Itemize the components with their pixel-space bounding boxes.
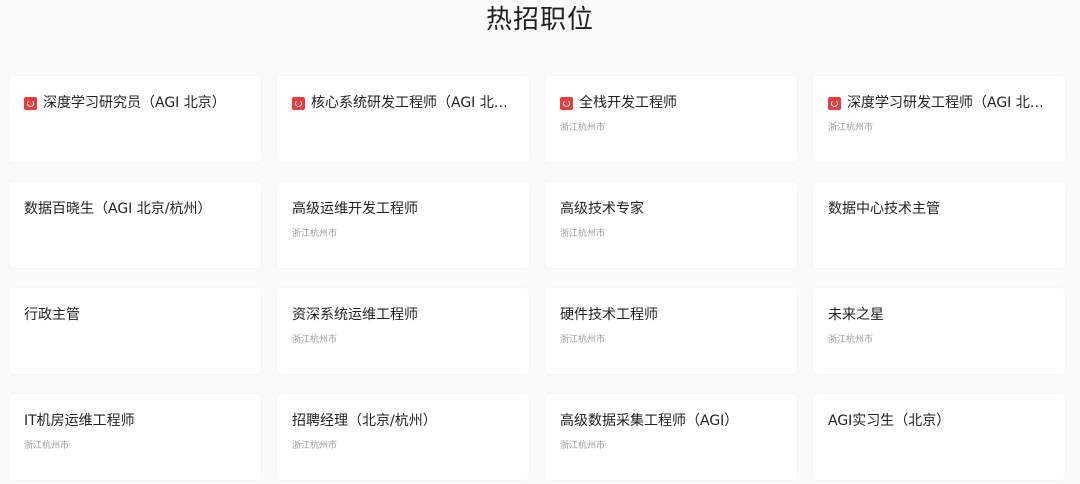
job-title-row: 未来之星: [828, 305, 1050, 325]
job-card[interactable]: 招聘经理（北京/杭州） 浙江杭州市: [277, 394, 529, 480]
job-title-row: 深度学习研发工程师（AGI 北京...: [828, 93, 1050, 113]
job-title-row: 深度学习研究员（AGI 北京）: [24, 93, 246, 113]
job-card[interactable]: 高级数据采集工程师（AGI） 浙江杭州市: [545, 394, 797, 480]
job-title-row: 高级技术专家: [560, 199, 782, 219]
job-title-row: AGI实习生（北京）: [828, 411, 1050, 431]
job-title: 未来之星: [828, 307, 884, 323]
job-title: 资深系统运维工程师: [292, 307, 418, 323]
job-card[interactable]: 硬件技术工程师 浙江杭州市: [545, 288, 797, 374]
job-card[interactable]: 未来之星 浙江杭州市: [813, 288, 1065, 374]
job-title-row: 资深系统运维工程师: [292, 305, 514, 325]
job-title-row: 全栈开发工程师: [560, 93, 782, 113]
job-location: 浙江杭州市: [560, 123, 606, 133]
job-card[interactable]: 深度学习研发工程师（AGI 北京... 浙江杭州市: [813, 76, 1065, 162]
job-card[interactable]: AGI实习生（北京）: [813, 394, 1065, 480]
job-card[interactable]: 数据百晓生（AGI 北京/杭州）: [9, 182, 261, 268]
job-title: 全栈开发工程师: [579, 95, 677, 111]
job-card[interactable]: 高级运维开发工程师 浙江杭州市: [277, 182, 529, 268]
job-card[interactable]: 深度学习研究员（AGI 北京）: [9, 76, 261, 162]
job-title-row: 高级运维开发工程师: [292, 199, 514, 219]
job-title: 硬件技术工程师: [560, 307, 658, 323]
job-title: AGI实习生（北京）: [828, 413, 951, 429]
job-card[interactable]: IT机房运维工程师 浙江杭州市: [9, 394, 261, 480]
job-title-row: 数据中心技术主管: [828, 199, 1050, 219]
hot-badge-icon: [292, 96, 305, 110]
hot-badge-icon: [560, 96, 573, 110]
job-grid: 深度学习研究员（AGI 北京） 核心系统研发工程师（AGI 北京... 全栈开发…: [9, 76, 1065, 480]
hot-badge-icon: [24, 96, 37, 110]
job-location: 浙江杭州市: [24, 441, 70, 451]
job-location: 浙江杭州市: [560, 441, 606, 451]
job-title-row: 招聘经理（北京/杭州）: [292, 411, 514, 431]
job-title-row: IT机房运维工程师: [24, 411, 246, 431]
job-title-row: 高级数据采集工程师（AGI）: [560, 411, 782, 431]
job-title: 数据中心技术主管: [828, 201, 940, 217]
job-title: 高级数据采集工程师（AGI）: [560, 413, 739, 429]
job-location: 浙江杭州市: [560, 335, 606, 345]
job-location: 浙江杭州市: [292, 229, 338, 239]
job-card[interactable]: 行政主管: [9, 288, 261, 374]
job-card[interactable]: 核心系统研发工程师（AGI 北京...: [277, 76, 529, 162]
job-title: 高级技术专家: [560, 201, 644, 217]
job-title: 数据百晓生（AGI 北京/杭州）: [24, 201, 212, 217]
job-card[interactable]: 高级技术专家 浙江杭州市: [545, 182, 797, 268]
job-title-row: 核心系统研发工程师（AGI 北京...: [292, 93, 514, 113]
job-title: 深度学习研发工程师（AGI 北京...: [847, 95, 1050, 111]
job-location: 浙江杭州市: [292, 441, 338, 451]
job-card[interactable]: 资深系统运维工程师 浙江杭州市: [277, 288, 529, 374]
job-title-row: 数据百晓生（AGI 北京/杭州）: [24, 199, 246, 219]
job-title-row: 硬件技术工程师: [560, 305, 782, 325]
job-card[interactable]: 全栈开发工程师 浙江杭州市: [545, 76, 797, 162]
job-title-row: 行政主管: [24, 305, 246, 325]
section-title: 热招职位: [485, 5, 594, 35]
job-title: 深度学习研究员（AGI 北京）: [43, 95, 226, 111]
job-title: IT机房运维工程师: [24, 413, 135, 429]
job-card[interactable]: 数据中心技术主管: [813, 182, 1065, 268]
hot-badge-icon: [828, 96, 841, 110]
job-location: 浙江杭州市: [828, 123, 874, 133]
job-location: 浙江杭州市: [560, 229, 606, 239]
job-location: 浙江杭州市: [292, 335, 338, 345]
job-title: 核心系统研发工程师（AGI 北京...: [311, 95, 514, 111]
job-title: 高级运维开发工程师: [292, 201, 418, 217]
job-title: 招聘经理（北京/杭州）: [292, 413, 437, 429]
job-location: 浙江杭州市: [828, 335, 874, 345]
job-title: 行政主管: [24, 307, 80, 323]
